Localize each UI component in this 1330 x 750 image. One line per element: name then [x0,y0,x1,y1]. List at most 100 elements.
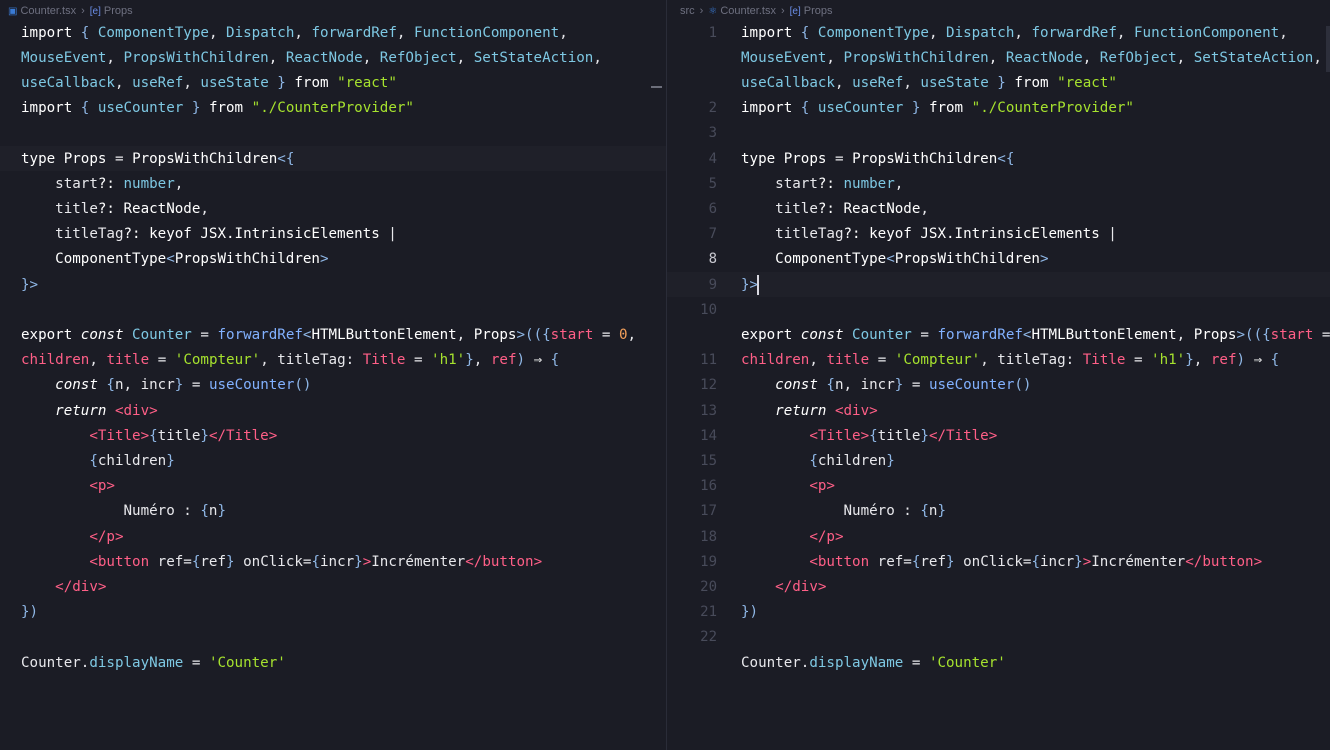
line-number[interactable]: 1 [667,21,717,46]
code-line[interactable]: }) [741,600,758,625]
code-line[interactable]: return <div> [741,399,878,424]
editor-pane-left[interactable]: ▣ Counter.tsx › [e] Props import { Component… [0,0,666,750]
line-number[interactable]: 19 [667,550,717,575]
breadcrumb-file[interactable]: Counter.tsx [20,5,76,17]
line-number[interactable] [667,46,717,71]
scrollbar-thumb[interactable] [1326,26,1330,72]
code-line[interactable]: useCallback, useRef, useState } from "re… [21,71,397,96]
code-line[interactable]: <button ref={ref} onClick={incr}>Incréme… [21,550,542,575]
code-token: forwardRef [217,326,303,343]
line-number[interactable]: 4 [667,147,717,172]
code-line[interactable]: Numéro : {n} [21,499,226,524]
code-line[interactable]: type Props = PropsWithChildren<{ [741,147,1014,172]
code-token: import [21,100,81,117]
code-line[interactable]: const {n, incr} = useCounter() [21,373,311,398]
code-line[interactable]: }) [21,600,38,625]
code-token: start [741,175,818,192]
code-token: start [1270,326,1322,343]
code-line[interactable]: MouseEvent, PropsWithChildren, ReactNode… [21,46,602,71]
code-line[interactable]: const {n, incr} = useCounter() [741,373,1031,398]
code-line[interactable]: import { useCounter } from "./CounterPro… [741,96,1134,121]
code-line[interactable]: ComponentType<PropsWithChildren> [21,247,328,272]
code-token: , [396,24,414,41]
code-line[interactable]: MouseEvent, PropsWithChildren, ReactNode… [741,46,1322,71]
code-token: </button> [1185,553,1263,570]
code-line[interactable]: <p> [741,474,835,499]
code-line[interactable]: title?: ReactNode, [741,197,929,222]
code-token: useState [200,74,269,91]
line-number[interactable]: 2 [667,96,717,121]
code-line[interactable]: }> [741,273,758,298]
code-line[interactable]: type Props = PropsWithChildren<{ [21,147,294,172]
code-token: children [97,452,167,469]
code-line[interactable]: <button ref={ref} onClick={incr}>Incréme… [741,550,1262,575]
line-number[interactable]: 5 [667,172,717,197]
code-line[interactable]: import { ComponentType, Dispatch, forwar… [21,21,568,46]
line-number[interactable]: 17 [667,499,717,524]
code-line[interactable]: {children} [741,449,894,474]
line-number[interactable]: 21 [667,600,717,625]
line-number[interactable] [667,71,717,96]
code-token: title [741,200,818,217]
code-line[interactable]: <p> [21,474,115,499]
code-line[interactable]: titleTag?: keyof JSX.IntrinsicElements | [741,222,1117,247]
code-line[interactable]: import { useCounter } from "./CounterPro… [21,96,414,121]
line-number[interactable]: 7 [667,222,717,247]
code-line[interactable]: children, title = 'Compteur', titleTag: … [741,348,1279,373]
line-number[interactable]: 10 [667,298,717,323]
line-number[interactable]: 13 [667,399,717,424]
line-number[interactable]: 15 [667,449,717,474]
code-line[interactable]: import { ComponentType, Dispatch, forwar… [741,21,1288,46]
breadcrumb-symbol[interactable]: Props [104,5,133,17]
code-line[interactable]: export const Counter = forwardRef<HTMLBu… [741,323,1330,348]
code-line[interactable]: title?: ReactNode, [21,197,209,222]
breadcrumb-file[interactable]: Counter.tsx [720,5,776,17]
code-line[interactable]: Counter.displayName = 'Counter' [21,651,286,676]
line-number[interactable]: 14 [667,424,717,449]
breadcrumb-folder[interactable]: src [680,5,695,17]
code-token: titleTag [741,226,844,243]
breadcrumb-symbol[interactable]: Props [804,5,833,17]
code-line[interactable]: {children} [21,449,174,474]
code-line[interactable]: titleTag?: keyof JSX.IntrinsicElements | [21,222,397,247]
code-token: , [1014,24,1032,41]
code-line[interactable]: export const Counter = forwardRef<HTMLBu… [21,323,636,348]
code-line[interactable]: Numéro : {n} [741,499,946,524]
line-number[interactable]: 8 [667,247,717,272]
code-line[interactable]: </p> [741,525,843,550]
code-token: { [106,377,115,394]
line-number[interactable] [667,323,717,348]
code-token: , [294,24,312,41]
code-token: "./CounterProvider" [971,100,1134,117]
code-line[interactable]: }> [21,273,38,298]
editor-pane-right[interactable]: src › ⚛ Counter.tsx › [e] Props 1 2 3 4 5 6 7 8 9 10 11 1… [667,0,1330,750]
code-token: </p> [21,528,124,545]
code-line[interactable]: start?: number, [21,172,183,197]
code-line[interactable]: start?: number, [741,172,903,197]
code-line[interactable]: children, title = 'Compteur', titleTag: … [21,348,559,373]
code-line[interactable]: <Title>{title}</Title> [741,424,997,449]
code-token: JSX.IntrinsicElements [920,226,1109,243]
code-token: Incrémenter [371,553,466,570]
code-line[interactable]: </p> [21,525,124,550]
line-number[interactable]: 16 [667,474,717,499]
code-line[interactable]: return <div> [21,399,158,424]
line-number[interactable]: 9 [667,273,717,298]
line-number[interactable]: 6 [667,197,717,222]
code-line[interactable]: <Title>{title}</Title> [21,424,277,449]
line-number[interactable]: 20 [667,575,717,600]
code-token: useCallback [741,74,835,91]
code-line[interactable]: useCallback, useRef, useState } from "re… [741,71,1117,96]
line-number[interactable]: 18 [667,525,717,550]
line-number[interactable]: 12 [667,373,717,398]
code-token: ComponentType [97,24,209,41]
line-number[interactable]: 22 [667,625,717,650]
line-number[interactable]: 3 [667,121,717,146]
code-line[interactable]: </div> [21,575,106,600]
code-line[interactable]: </div> [741,575,826,600]
line-number[interactable]: 11 [667,348,717,373]
code-token: { [869,427,878,444]
code-line[interactable]: ComponentType<PropsWithChildren> [741,247,1048,272]
code-token: return [21,402,115,419]
code-line[interactable]: Counter.displayName = 'Counter' [741,651,1006,676]
